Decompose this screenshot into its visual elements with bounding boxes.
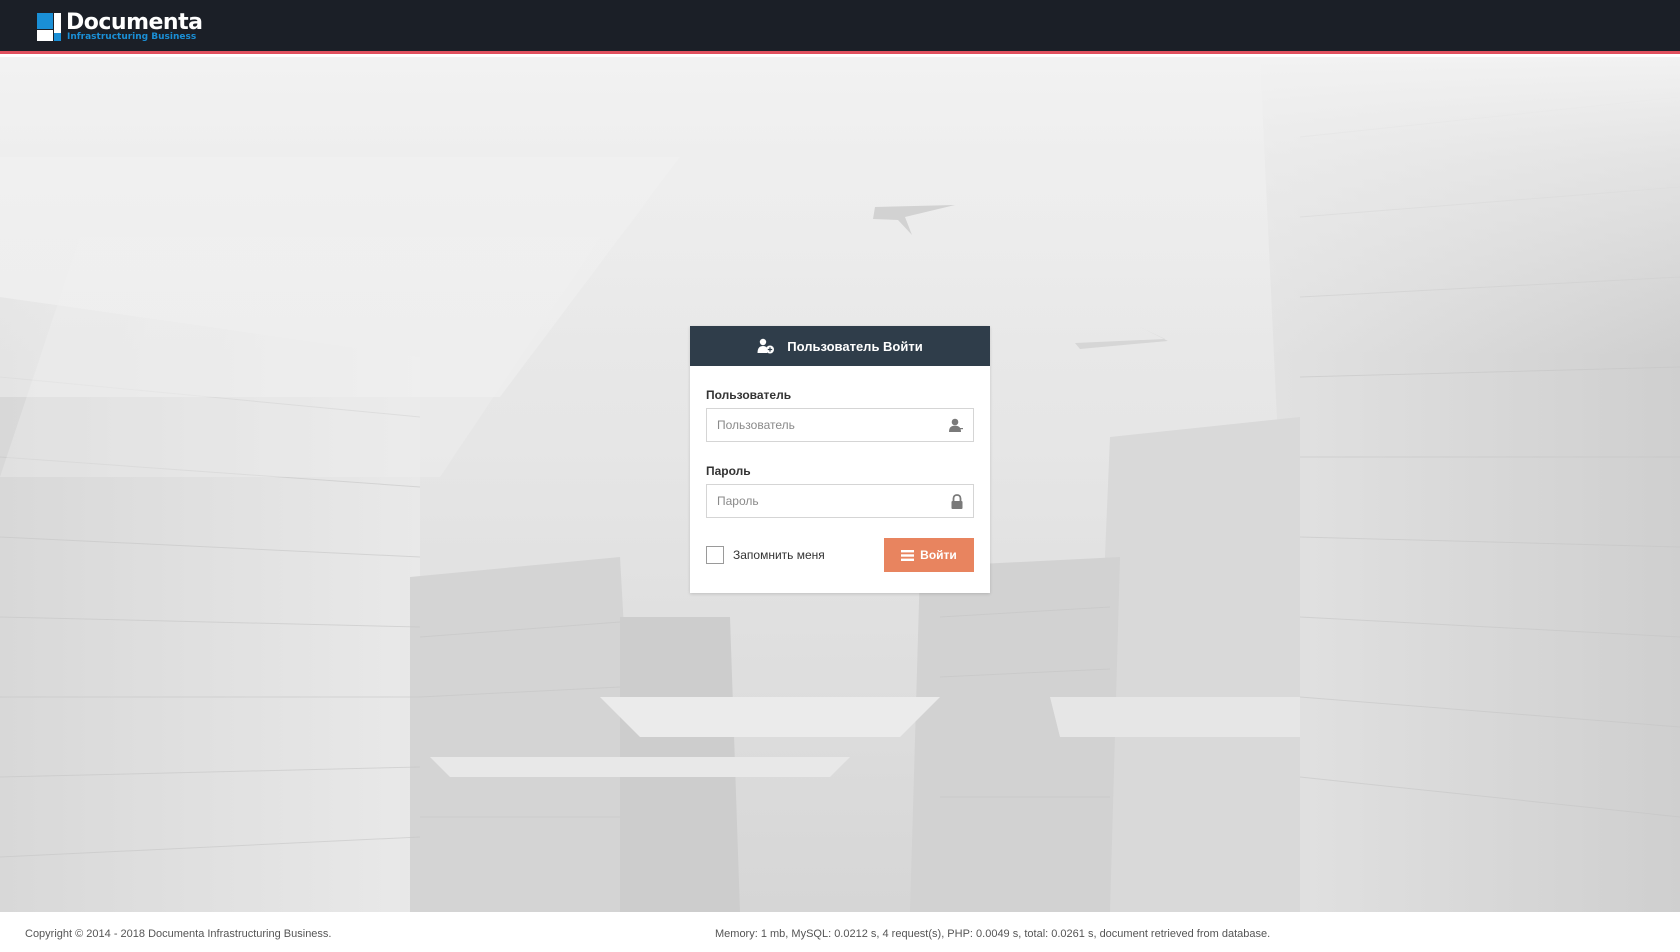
performance-stats-text: Memory: 1 mb, MySQL: 0.0212 s, 4 request… (715, 928, 1271, 940)
login-panel: Пользователь Войти Пользователь Пароль (690, 326, 990, 593)
logo-tagline: Infrastructuring Business (67, 32, 197, 42)
username-field-wrapper (706, 408, 974, 442)
login-title: Пользователь Войти (787, 338, 923, 354)
documenta-logo[interactable]: Documenta Infrastructuring Business (37, 10, 203, 43)
menu-icon (901, 549, 915, 561)
username-input[interactable] (707, 409, 973, 441)
lock-icon (950, 494, 964, 514)
logo-mark-icon (37, 13, 65, 41)
password-label: Пароль (706, 464, 751, 478)
remember-me-group: Запомнить меня (706, 546, 825, 564)
page-footer: Copyright © 2014 - 2018 Documenta Infras… (0, 912, 1680, 952)
user-icon (948, 418, 964, 437)
password-input[interactable] (707, 485, 973, 517)
user-add-icon (757, 338, 775, 354)
copyright-text: Copyright © 2014 - 2018 Documenta Infras… (25, 928, 332, 940)
remember-me-checkbox[interactable] (706, 546, 724, 564)
remember-me-label[interactable]: Запомнить меня (733, 548, 825, 562)
login-button-label: Войти (920, 548, 957, 562)
password-field-wrapper (706, 484, 974, 518)
login-header: Пользователь Войти (690, 326, 990, 366)
login-button[interactable]: Войти (884, 538, 974, 572)
username-label: Пользователь (706, 388, 792, 402)
top-header-bar: Documenta Infrastructuring Business (0, 0, 1680, 54)
